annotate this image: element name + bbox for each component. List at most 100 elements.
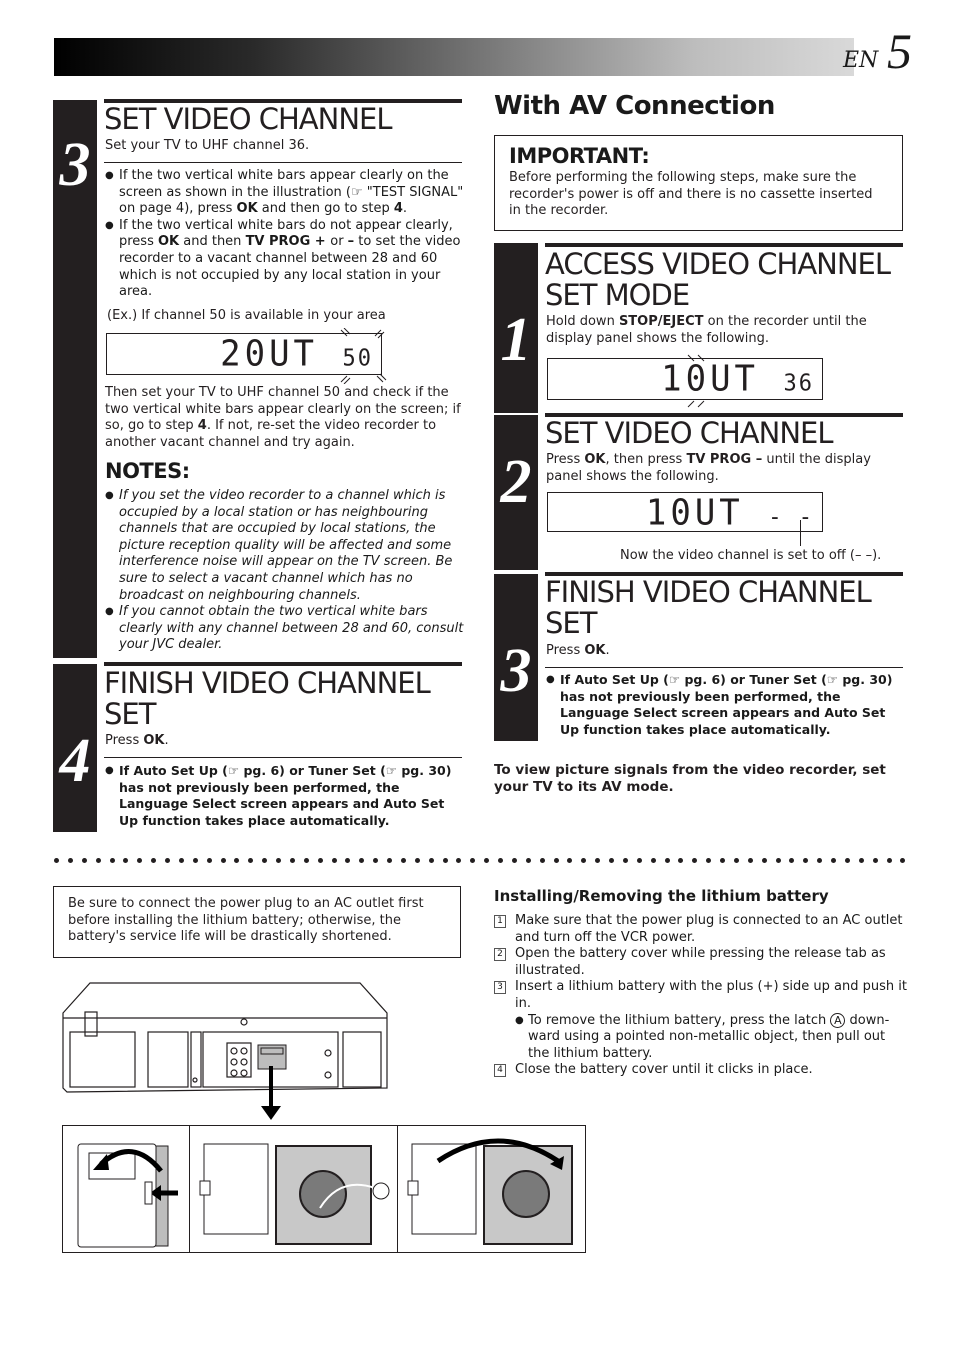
divider-dot bbox=[872, 858, 878, 863]
battery-panels bbox=[62, 1125, 586, 1253]
divider-dot bbox=[553, 858, 559, 863]
latch-a-label: A bbox=[830, 1012, 846, 1028]
divider-dot bbox=[345, 858, 351, 863]
page-number: 5 bbox=[887, 23, 912, 79]
step-number: 3 bbox=[500, 637, 532, 705]
bullet-item: If the two vertical white bars appear cl… bbox=[105, 168, 465, 218]
divider-dot bbox=[137, 858, 143, 863]
step-number: 1 bbox=[500, 306, 532, 374]
divider-dot bbox=[595, 858, 601, 863]
important-text: Before performing the following steps, m… bbox=[509, 170, 873, 219]
divider-dot bbox=[761, 858, 767, 863]
divider-dot bbox=[248, 858, 254, 863]
divider bbox=[104, 757, 462, 758]
divider-dot bbox=[192, 858, 198, 863]
step-3-followup: Then set your TV to UHF channel 50 and c… bbox=[105, 385, 461, 450]
step-number-box: 2 bbox=[494, 948, 506, 962]
divider-dot bbox=[747, 858, 753, 863]
divider-dot bbox=[276, 858, 281, 863]
battery-substep: To remove the lithium battery, press the… bbox=[494, 1012, 909, 1063]
battery-step: 2 Open the battery cover while pressing t… bbox=[494, 946, 909, 979]
lcd-display: 20UT 50 bbox=[106, 328, 387, 384]
divider-dot bbox=[81, 858, 87, 863]
blink-marks-icon bbox=[687, 354, 705, 408]
step-1-bar: 1 bbox=[494, 243, 538, 413]
lcd-display: 10UT 36 bbox=[547, 354, 823, 408]
battery-step: 1 Make sure that the power plug is connec… bbox=[494, 913, 909, 946]
divider-dot bbox=[387, 858, 392, 863]
divider-dot bbox=[220, 858, 226, 863]
divider-dot bbox=[151, 858, 157, 863]
step-2-bar: 2 bbox=[494, 415, 538, 570]
divider-dot bbox=[109, 858, 115, 863]
step-title: FINISH VIDEO CHANNEL SET bbox=[104, 666, 431, 731]
step-4-bullets: If Auto Set Up (☞ pg. 6) or Tuner Set (☞… bbox=[105, 763, 457, 829]
divider-dot bbox=[650, 858, 656, 863]
notes-title: NOTES: bbox=[105, 459, 190, 483]
step-3-bar: 3 bbox=[53, 100, 97, 658]
language-label: EN bbox=[843, 48, 879, 73]
bullet-item: If Auto Set Up (☞ pg. 6) or Tuner Set (☞… bbox=[546, 672, 898, 738]
divider-dot bbox=[664, 858, 670, 863]
av-mode-note: To view picture signals from the video r… bbox=[494, 762, 886, 795]
step-number: 4 bbox=[59, 727, 91, 795]
divider-dot bbox=[511, 858, 517, 863]
divider-dot bbox=[373, 858, 379, 863]
divider-dot bbox=[289, 858, 295, 863]
lcd-channel-text: - - bbox=[768, 504, 814, 531]
divider-dot bbox=[206, 858, 212, 863]
callout-line bbox=[800, 520, 801, 546]
divider-dot bbox=[234, 858, 240, 863]
divider-dot bbox=[317, 858, 323, 863]
notes-list: If you set the video recorder to a chann… bbox=[105, 488, 465, 654]
panel-remove-battery bbox=[190, 1126, 398, 1252]
step-number: 2 bbox=[500, 448, 532, 516]
lcd-main-text: 10UT bbox=[645, 491, 744, 534]
divider-dot bbox=[831, 858, 836, 863]
dotted-divider bbox=[54, 858, 906, 868]
step-number-box: 4 bbox=[494, 1064, 506, 1078]
battery-warning-text: Be sure to connect the power plug to an … bbox=[68, 896, 424, 945]
divider-dot bbox=[123, 858, 129, 863]
divider-dot bbox=[858, 858, 864, 863]
panel-close-cover bbox=[398, 1126, 585, 1252]
divider bbox=[545, 667, 903, 668]
step-title: SET VIDEO CHANNEL bbox=[545, 416, 834, 450]
divider-dot bbox=[456, 858, 462, 863]
step-title: FINISH VIDEO CHANNEL SET bbox=[545, 575, 872, 640]
divider-dot bbox=[733, 858, 739, 863]
step-3-bar: 3 bbox=[494, 574, 538, 741]
example-label: (Ex.) If channel 50 is available in your… bbox=[107, 308, 386, 323]
step-instruction: Press OK, then press TV PROG – until the… bbox=[546, 452, 871, 484]
step-title: ACCESS VIDEO CHANNEL SET MODE bbox=[545, 247, 891, 312]
section-title: With AV Connection bbox=[494, 91, 775, 121]
open-cover-icon bbox=[77, 1143, 178, 1248]
divider-dot bbox=[678, 858, 684, 863]
battery-holder-icon bbox=[199, 1143, 390, 1245]
divider-dot bbox=[484, 858, 490, 863]
divider-dot bbox=[470, 858, 476, 863]
header-bar bbox=[54, 38, 854, 76]
divider-dot bbox=[817, 858, 823, 863]
divider-dot bbox=[442, 858, 448, 863]
divider-dot bbox=[844, 858, 850, 863]
divider-dot bbox=[178, 858, 184, 863]
battery-warning-box: Be sure to connect the power plug to an … bbox=[53, 886, 461, 958]
step-title: SET VIDEO CHANNEL bbox=[104, 102, 393, 136]
divider-dot bbox=[539, 858, 545, 863]
step-number: 3 bbox=[59, 131, 91, 199]
divider-dot bbox=[400, 858, 406, 863]
divider-dot bbox=[303, 858, 309, 863]
step-intro: Set your TV to UHF channel 36. bbox=[105, 138, 310, 153]
divider-dot bbox=[775, 858, 781, 863]
divider-dot bbox=[67, 858, 73, 863]
lcd-main-text: 20UT bbox=[220, 332, 319, 375]
divider-dot bbox=[803, 858, 809, 863]
bullet-item: If the two vertical white bars do not ap… bbox=[105, 218, 465, 301]
divider bbox=[104, 162, 462, 163]
step-3-bullets: If Auto Set Up (☞ pg. 6) or Tuner Set (☞… bbox=[546, 672, 898, 738]
display-caption: Now the video channel is set to off (– –… bbox=[620, 548, 882, 563]
important-title: IMPORTANT: bbox=[509, 144, 650, 168]
divider-dot bbox=[165, 858, 170, 863]
battery-step: 4 Close the battery cover until it clicks… bbox=[494, 1062, 909, 1079]
